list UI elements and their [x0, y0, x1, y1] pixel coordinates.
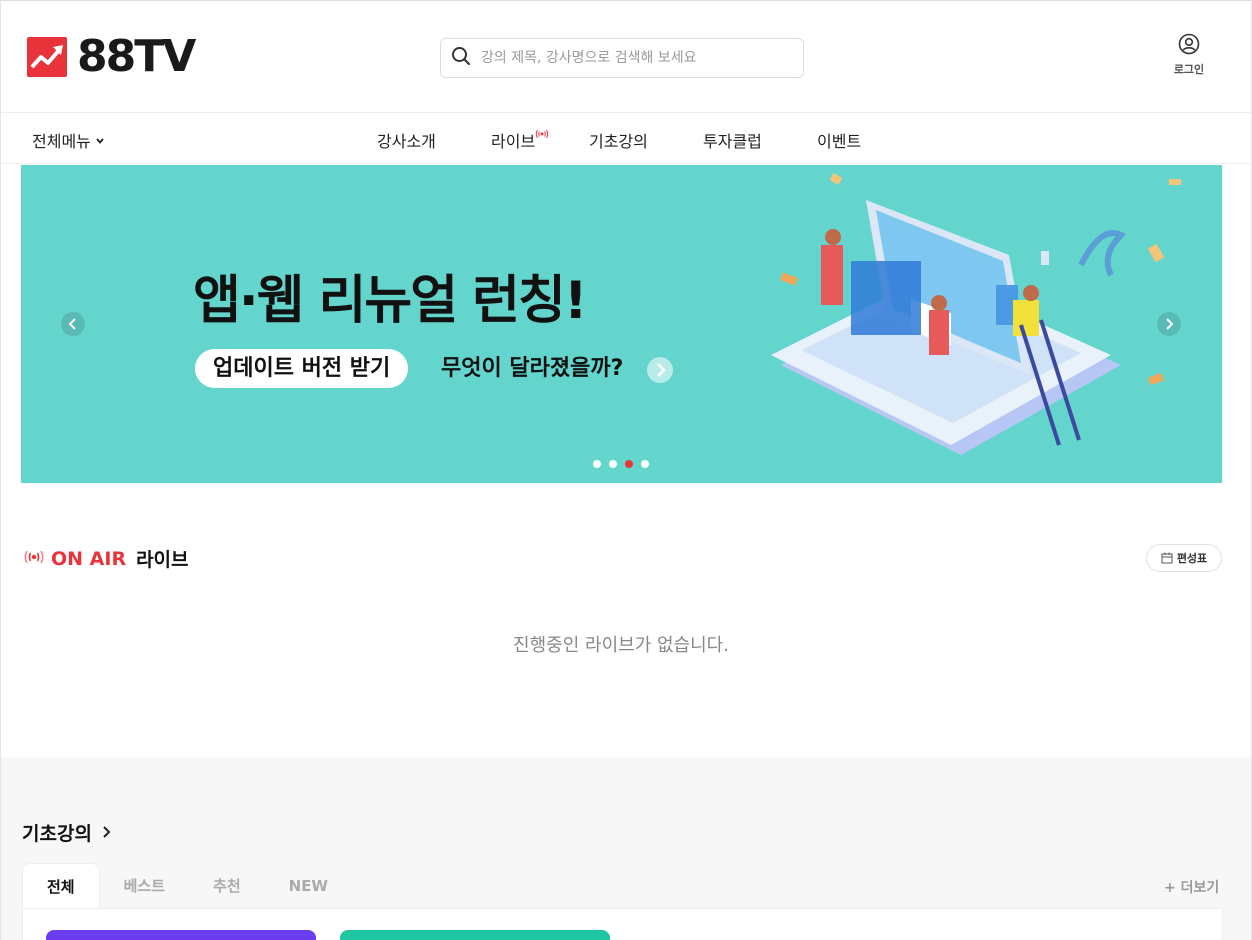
main-nav: 전체메뉴 강사소개 라이브 기초강의 투자클럽 이벤트	[1, 114, 1251, 164]
logo[interactable]: 88TV	[27, 31, 196, 82]
pagination-dot-active[interactable]	[625, 460, 633, 468]
search-icon[interactable]	[451, 46, 471, 70]
pagination-dot[interactable]	[609, 460, 617, 468]
schedule-button[interactable]: 편성표	[1146, 544, 1222, 572]
nav-item-instructors[interactable]: 강사소개	[377, 128, 436, 152]
live-broadcast-icon	[535, 124, 549, 143]
course-card[interactable]	[340, 930, 610, 940]
course-card[interactable]	[46, 930, 316, 940]
empty-live-message: 진행중인 라이브가 없습니다.	[513, 635, 729, 656]
calendar-icon	[1161, 552, 1173, 564]
hero-banner[interactable]: 앱·웹 리뉴얼 런칭! 업데이트 버전 받기 무엇이 달라졌을까?	[21, 165, 1222, 483]
nav-item-live[interactable]: 라이브	[491, 128, 549, 152]
onair-label: ON AIR	[51, 547, 127, 570]
banner-pagination	[593, 460, 649, 468]
tab-new[interactable]: NEW	[265, 863, 352, 909]
nav-item-live-label: 라이브	[491, 132, 536, 151]
onair-title: 라이브	[136, 549, 189, 571]
update-button[interactable]: 업데이트 버전 받기	[195, 349, 409, 388]
trend-up-icon	[27, 37, 67, 77]
schedule-label: 편성표	[1176, 552, 1208, 565]
basic-course-title[interactable]: 기초강의	[22, 819, 112, 846]
chevron-down-icon	[95, 131, 105, 150]
banner-next-button[interactable]	[1157, 312, 1181, 336]
all-menu-label: 전체메뉴	[32, 132, 91, 151]
tab-all[interactable]: 전체	[22, 863, 100, 909]
banner-title: 앱·웹 리뉴얼 런칭!	[193, 271, 588, 331]
laptop-illustration	[771, 173, 1181, 455]
pagination-dot[interactable]	[641, 460, 649, 468]
banner-prev-button[interactable]	[61, 312, 85, 336]
search-input[interactable]	[481, 50, 781, 66]
chevron-right-icon[interactable]	[647, 357, 673, 383]
live-broadcast-icon	[23, 549, 45, 568]
search-box[interactable]	[440, 38, 804, 78]
basic-course-title-text: 기초강의	[22, 823, 92, 845]
course-tabs: 전체 베스트 추천 NEW	[22, 863, 352, 909]
nav-item-event[interactable]: 이벤트	[817, 128, 861, 152]
login-button[interactable]: 로그인	[1169, 33, 1209, 77]
tab-best[interactable]: 베스트	[100, 863, 189, 909]
login-label: 로그인	[1173, 63, 1205, 76]
chevron-right-icon	[102, 822, 112, 844]
pagination-dot[interactable]	[593, 460, 601, 468]
onair-header: ON AIR 라이브	[23, 545, 189, 572]
banner-subtitle: 무엇이 달라졌을까?	[441, 356, 624, 381]
logo-text: 88TV	[77, 31, 196, 82]
page: 88TV 로그인 전체메뉴	[0, 0, 1252, 940]
nav-item-basic-course[interactable]: 기초강의	[589, 128, 648, 152]
nav-item-invest-club[interactable]: 투자클럽	[703, 128, 762, 152]
user-icon	[1178, 33, 1200, 59]
header: 88TV 로그인	[1, 1, 1251, 113]
tab-recommended[interactable]: 추천	[189, 863, 265, 909]
all-menu-button[interactable]: 전체메뉴	[32, 128, 105, 152]
more-link[interactable]: + 더보기	[1164, 877, 1219, 897]
